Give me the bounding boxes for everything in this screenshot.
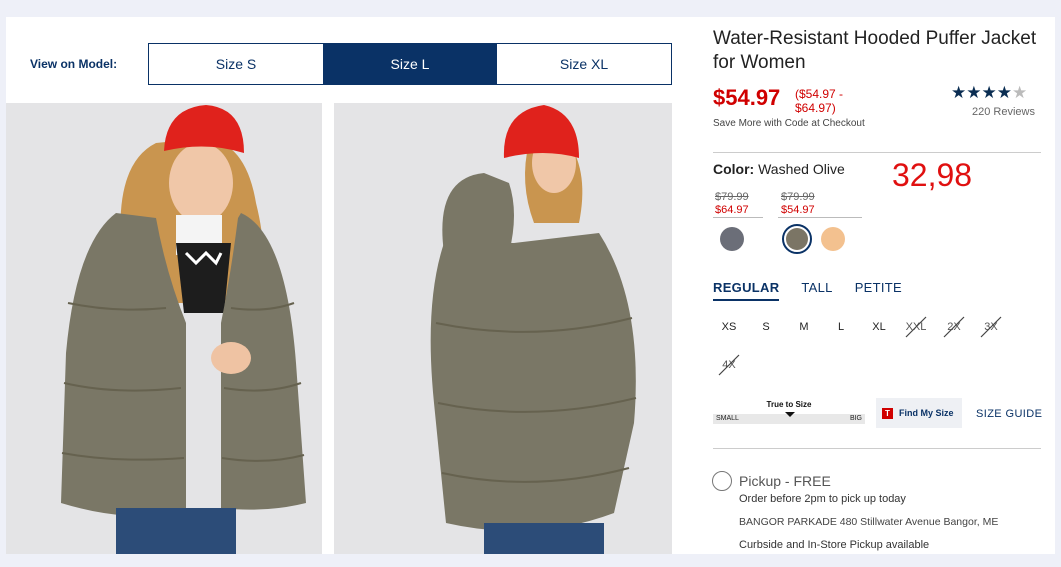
color-label: Color: — [713, 161, 755, 177]
product-photo-back[interactable] — [334, 103, 672, 554]
strikethrough-icon — [980, 316, 1002, 338]
color-swatch-washed-olive[interactable] — [782, 224, 812, 254]
size-option-s[interactable]: S — [748, 321, 784, 333]
model-back-illustration — [334, 103, 672, 554]
star-icon: ★ — [966, 83, 982, 102]
swatch-fill — [786, 228, 808, 250]
product-page: View on Model: Size S Size L Size XL Wat… — [6, 17, 1055, 554]
size-option-l[interactable]: L — [823, 321, 859, 333]
divider — [713, 152, 1041, 153]
size-option-4x-unavailable[interactable]: 4X — [711, 354, 747, 376]
size-option-2x-unavailable[interactable]: 2X — [936, 316, 972, 338]
color-swatch-slate-gray[interactable] — [720, 227, 744, 251]
fit-meter-big-label: BIG — [849, 415, 862, 422]
original-price: $79.99 — [781, 191, 815, 203]
swatch-price-group-2: $79.99 $54.97 — [781, 191, 815, 217]
strikethrough-icon — [718, 354, 740, 376]
tab-regular[interactable]: REGULAR — [713, 280, 780, 301]
strikethrough-icon — [905, 316, 927, 338]
sale-price: $54.97 — [781, 204, 815, 216]
model-size-toggle: Size S Size L Size XL — [148, 43, 672, 85]
fit-meter-small-label: SMALL — [716, 415, 739, 422]
size-option-xs[interactable]: XS — [711, 321, 747, 333]
size-option-m[interactable]: M — [786, 321, 822, 333]
pickup-store-address[interactable]: BANGOR PARKADE 480 Stillwater Avenue Ban… — [739, 516, 998, 528]
tab-petite[interactable]: PETITE — [855, 280, 902, 301]
review-count-link[interactable]: 220 Reviews — [972, 106, 1035, 118]
model-size-l-button[interactable]: Size L — [323, 44, 497, 84]
swatch-price-group-1: $79.99 $64.97 — [715, 191, 749, 217]
product-photo-front[interactable] — [6, 103, 322, 554]
model-size-s-button[interactable]: Size S — [149, 44, 323, 84]
fit-meter: True to Size SMALL BIG — [713, 400, 865, 430]
strikethrough-icon — [943, 316, 965, 338]
divider — [778, 217, 862, 218]
divider — [713, 217, 763, 218]
model-size-xl-button[interactable]: Size XL — [497, 44, 671, 84]
color-value: Washed Olive — [758, 161, 845, 177]
pickup-label: Pickup - FREE — [739, 473, 831, 489]
original-price: $79.99 — [715, 191, 749, 203]
view-on-model-label: View on Model: — [30, 57, 118, 71]
true-fit-logo-icon: T — [882, 407, 893, 419]
fit-meter-center-label: True to Size — [766, 400, 812, 409]
sale-price: $64.97 — [715, 204, 749, 216]
save-more-note: Save More with Code at Checkout — [713, 118, 865, 129]
price-range: ($54.97 - $64.97) — [795, 87, 844, 115]
sale-price: $54.97 — [713, 85, 781, 110]
divider — [713, 448, 1041, 449]
star-icon: ★ — [951, 83, 967, 102]
pickup-radio[interactable] — [712, 471, 732, 491]
color-selection: Color: Washed Olive — [713, 161, 845, 177]
size-option-xl[interactable]: XL — [861, 321, 897, 333]
rating-stars[interactable]: ★★★★★ — [951, 83, 1027, 103]
size-guide-link[interactable]: SIZE GUIDE — [976, 408, 1042, 420]
star-icon: ★ — [996, 83, 1012, 102]
pickup-order-before: Order before 2pm to pick up today — [739, 493, 906, 505]
find-my-size-label: Find My Size — [899, 408, 954, 418]
find-my-size-button[interactable]: T Find My Size — [876, 398, 962, 428]
star-icon: ★ — [981, 83, 997, 102]
model-front-illustration — [6, 103, 322, 554]
color-swatch-peach[interactable] — [821, 227, 845, 251]
fit-tabs: REGULAR TALL PETITE — [713, 280, 902, 301]
handwritten-annotation: 32,98 — [892, 157, 973, 193]
half-star-icon: ★ — [1012, 83, 1028, 102]
fit-indicator-icon — [785, 412, 795, 417]
product-title: Water-Resistant Hooded Puffer Jacket for… — [713, 28, 1037, 73]
size-option-xxl-unavailable[interactable]: XXL — [898, 316, 934, 338]
size-option-3x-unavailable[interactable]: 3X — [973, 316, 1009, 338]
tab-tall[interactable]: TALL — [801, 280, 832, 301]
pickup-options: Curbside and In-Store Pickup available — [739, 539, 930, 551]
